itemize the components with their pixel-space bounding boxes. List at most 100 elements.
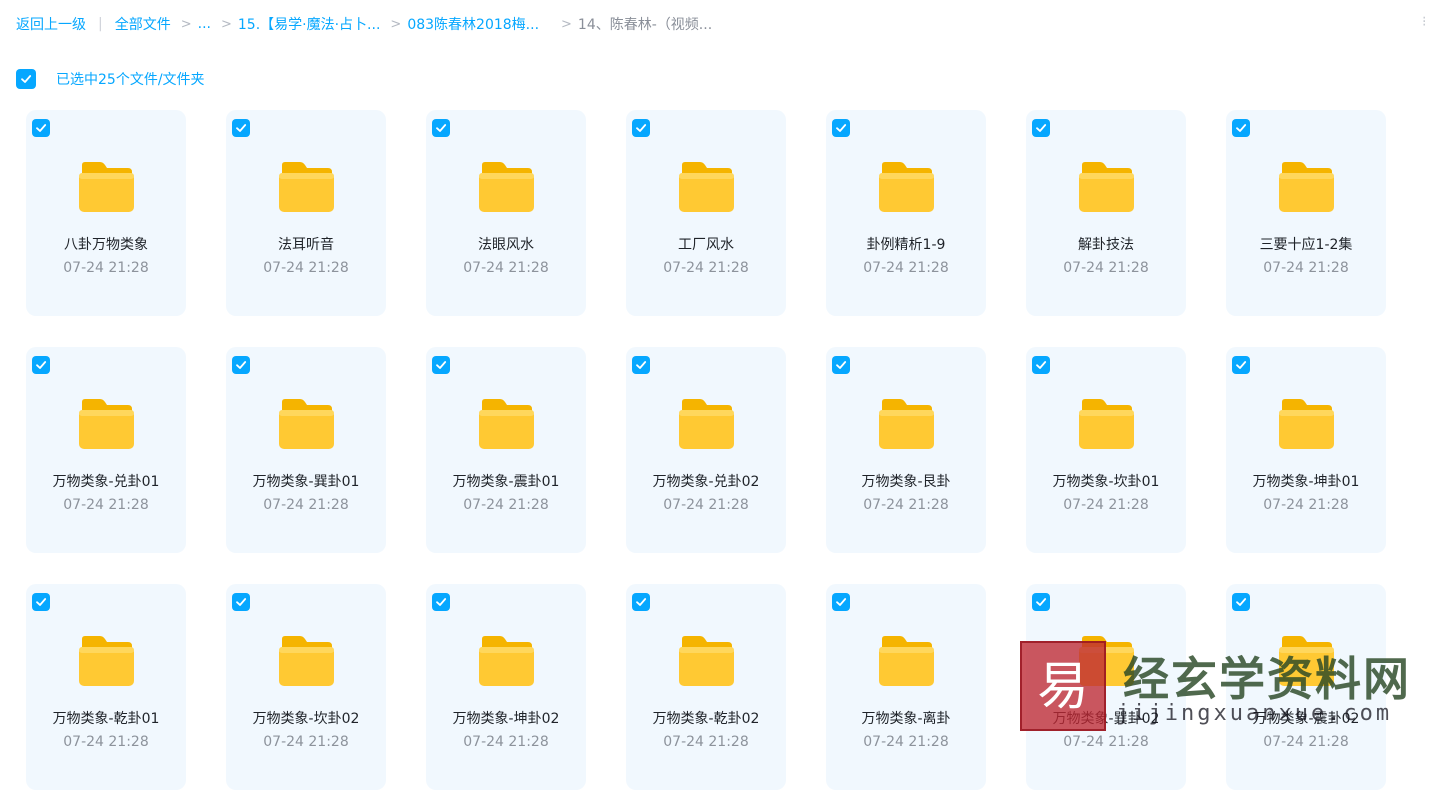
crumb-ellipsis[interactable]: ... xyxy=(198,16,211,32)
item-checkbox[interactable] xyxy=(832,119,850,137)
checkmark-icon xyxy=(836,598,847,606)
folder-date: 07-24 21:28 xyxy=(263,497,349,513)
item-checkbox[interactable] xyxy=(432,356,450,374)
folder-card[interactable]: 万物类象-乾卦02 07-24 21:28 xyxy=(626,584,786,790)
checkmark-icon xyxy=(636,124,647,132)
folder-name: 万物类象-坤卦01 xyxy=(1252,474,1360,490)
folder-date: 07-24 21:28 xyxy=(1263,260,1349,276)
folder-name: 万物类象-兑卦01 xyxy=(52,474,160,490)
folder-name: 万物类象-巽卦01 xyxy=(252,474,360,490)
item-checkbox[interactable] xyxy=(32,593,50,611)
item-checkbox[interactable] xyxy=(1232,119,1250,137)
folder-icon xyxy=(479,399,534,449)
folder-card[interactable]: 万物类象-艮卦 07-24 21:28 xyxy=(826,347,986,553)
folder-icon xyxy=(679,636,734,686)
folder-icon xyxy=(879,399,934,449)
folder-icon xyxy=(679,162,734,212)
folder-card[interactable]: 法耳听音 07-24 21:28 xyxy=(226,110,386,316)
checkmark-icon xyxy=(236,361,247,369)
checkmark-icon xyxy=(236,124,247,132)
folder-name: 卦例精析1-9 xyxy=(866,237,946,253)
folder-icon xyxy=(879,636,934,686)
folder-name: 万物类象-乾卦02 xyxy=(652,711,760,727)
watermark-url: jijingxuanxue.com xyxy=(1116,701,1393,726)
folder-date: 07-24 21:28 xyxy=(263,260,349,276)
checkmark-icon xyxy=(636,361,647,369)
folder-card[interactable]: 万物类象-兑卦01 07-24 21:28 xyxy=(26,347,186,553)
svg-text:易: 易 xyxy=(1037,657,1088,717)
item-checkbox[interactable] xyxy=(1232,356,1250,374)
item-checkbox[interactable] xyxy=(1032,356,1050,374)
item-checkbox[interactable] xyxy=(1032,119,1050,137)
folder-card[interactable]: 三要十应1-2集 07-24 21:28 xyxy=(1226,110,1386,316)
folder-date: 07-24 21:28 xyxy=(463,260,549,276)
folder-card[interactable]: 解卦技法 07-24 21:28 xyxy=(1026,110,1186,316)
item-checkbox[interactable] xyxy=(232,356,250,374)
folder-card[interactable]: 万物类象-乾卦01 07-24 21:28 xyxy=(26,584,186,790)
folder-date: 07-24 21:28 xyxy=(1263,734,1349,750)
folder-date: 07-24 21:28 xyxy=(863,260,949,276)
folder-icon xyxy=(679,399,734,449)
folder-name: 万物类象-坤卦02 xyxy=(452,711,560,727)
item-checkbox[interactable] xyxy=(632,593,650,611)
folder-card[interactable]: 万物类象-离卦 07-24 21:28 xyxy=(826,584,986,790)
folder-card[interactable]: 万物类象-巽卦01 07-24 21:28 xyxy=(226,347,386,553)
checkmark-icon xyxy=(436,361,447,369)
item-checkbox[interactable] xyxy=(232,593,250,611)
folder-icon xyxy=(79,162,134,212)
item-checkbox[interactable] xyxy=(632,119,650,137)
folder-card[interactable]: 八卦万物类象 07-24 21:28 xyxy=(26,110,186,316)
item-checkbox[interactable] xyxy=(1232,593,1250,611)
folder-date: 07-24 21:28 xyxy=(463,734,549,750)
item-checkbox[interactable] xyxy=(232,119,250,137)
folder-icon xyxy=(279,399,334,449)
folder-icon xyxy=(279,162,334,212)
crumb-level-1[interactable]: 15.【易学·魔法·占卜... xyxy=(238,14,381,34)
folder-name: 万物类象-坎卦02 xyxy=(252,711,360,727)
crumb-all-files[interactable]: 全部文件 xyxy=(115,14,171,34)
selection-count: 已选中25个文件/文件夹 xyxy=(56,72,205,88)
item-checkbox[interactable] xyxy=(32,119,50,137)
folder-icon xyxy=(479,636,534,686)
folder-icon xyxy=(279,636,334,686)
crumb-level-2[interactable]: 083陈春林2018梅... xyxy=(407,14,539,34)
checkmark-icon xyxy=(1036,598,1047,606)
checkmark-icon xyxy=(436,598,447,606)
watermark-logo: 易 xyxy=(1020,641,1106,731)
folder-date: 07-24 21:28 xyxy=(663,260,749,276)
chevron-right-icon: > xyxy=(180,16,192,32)
item-checkbox[interactable] xyxy=(832,593,850,611)
folder-date: 07-24 21:28 xyxy=(1063,734,1149,750)
folder-card[interactable]: 法眼风水 07-24 21:28 xyxy=(426,110,586,316)
folder-card[interactable]: 万物类象-坎卦02 07-24 21:28 xyxy=(226,584,386,790)
folder-card[interactable]: 万物类象-坤卦02 07-24 21:28 xyxy=(426,584,586,790)
folder-card[interactable]: 万物类象-兑卦02 07-24 21:28 xyxy=(626,347,786,553)
folder-name: 解卦技法 xyxy=(1078,237,1134,253)
item-checkbox[interactable] xyxy=(432,119,450,137)
item-checkbox[interactable] xyxy=(32,356,50,374)
list-view-icon[interactable]: ⁝ xyxy=(1422,14,1426,30)
select-all-checkbox[interactable] xyxy=(16,69,36,89)
folder-date: 07-24 21:28 xyxy=(63,734,149,750)
folder-name: 万物类象-艮卦 xyxy=(861,474,951,490)
breadcrumb: 返回上一级 | 全部文件 > ... > 15.【易学·魔法·占卜... > 0… xyxy=(16,14,712,34)
folder-icon xyxy=(479,162,534,212)
back-link[interactable]: 返回上一级 xyxy=(16,14,86,34)
folder-card[interactable]: 工厂风水 07-24 21:28 xyxy=(626,110,786,316)
folder-name: 法眼风水 xyxy=(478,237,534,253)
folder-card[interactable]: 万物类象-震卦01 07-24 21:28 xyxy=(426,347,586,553)
folder-card[interactable]: 万物类象-坤卦01 07-24 21:28 xyxy=(1226,347,1386,553)
folder-icon xyxy=(79,399,134,449)
folder-name: 万物类象-乾卦01 xyxy=(52,711,160,727)
folder-date: 07-24 21:28 xyxy=(663,497,749,513)
chevron-right-icon: > xyxy=(390,16,402,32)
item-checkbox[interactable] xyxy=(1032,593,1050,611)
folder-date: 07-24 21:28 xyxy=(63,260,149,276)
folder-name: 工厂风水 xyxy=(678,237,734,253)
selection-bar: 已选中25个文件/文件夹 xyxy=(16,68,205,90)
item-checkbox[interactable] xyxy=(832,356,850,374)
item-checkbox[interactable] xyxy=(632,356,650,374)
folder-card[interactable]: 万物类象-坎卦01 07-24 21:28 xyxy=(1026,347,1186,553)
folder-card[interactable]: 卦例精析1-9 07-24 21:28 xyxy=(826,110,986,316)
item-checkbox[interactable] xyxy=(432,593,450,611)
